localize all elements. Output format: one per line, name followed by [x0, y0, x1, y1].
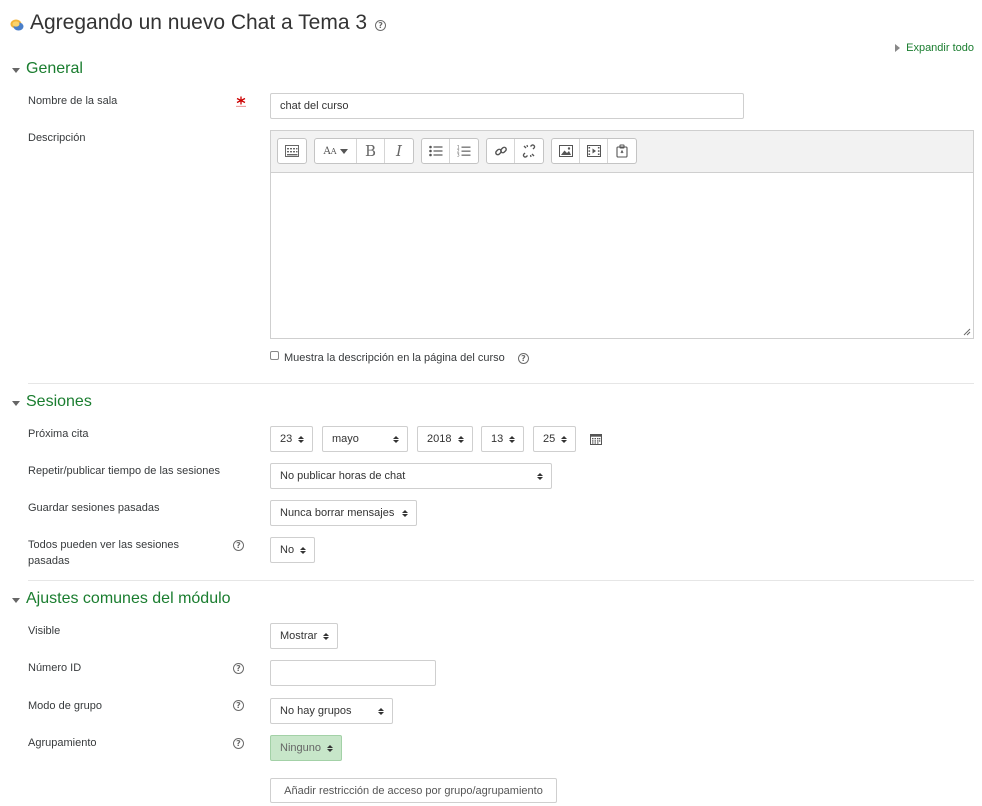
- group-mode-select[interactable]: No hay grupos: [270, 698, 393, 724]
- italic-icon[interactable]: I: [385, 139, 413, 163]
- collapse-arrow-icon: [12, 400, 20, 406]
- keep-sessions-label: Guardar sesiones pasadas: [28, 502, 160, 514]
- select-caret-icon: [458, 435, 464, 443]
- description-textarea[interactable]: [271, 172, 973, 338]
- select-caret-icon: [327, 744, 333, 752]
- select-caret-icon: [509, 435, 516, 443]
- section-divider: [28, 383, 974, 384]
- section-general-title: General: [26, 60, 83, 77]
- font-style-icon[interactable]: AA: [315, 139, 357, 163]
- section-general-header[interactable]: General: [12, 60, 83, 78]
- day-select[interactable]: 23: [270, 426, 313, 452]
- room-name-label: Nombre de la sala: [28, 95, 118, 107]
- next-chat-label: Próxima cita: [28, 428, 89, 440]
- manage-files-icon[interactable]: [608, 139, 636, 163]
- everyone-view-label-line2: pasadas: [28, 555, 70, 567]
- day-value: 23: [280, 433, 293, 445]
- grouping-select[interactable]: Ninguno: [270, 735, 342, 761]
- grouping-label: Agrupamiento: [28, 737, 97, 749]
- question-circle-icon[interactable]: ?: [233, 700, 244, 711]
- unordered-list-icon[interactable]: [422, 139, 450, 163]
- select-caret-icon: [561, 435, 568, 443]
- id-number-label: Número ID: [28, 662, 82, 674]
- select-caret-icon: [393, 435, 399, 443]
- add-group-restriction-button[interactable]: Añadir restricción de acceso por grupo/a…: [270, 778, 557, 803]
- everyone-view-label-line1: Todos pueden ver las sesiones: [28, 539, 180, 551]
- question-circle-icon[interactable]: ?: [518, 353, 529, 364]
- question-circle-icon[interactable]: ?: [233, 738, 244, 749]
- grouping-value: Ninguno: [280, 742, 321, 754]
- show-description-checkbox[interactable]: [270, 351, 279, 360]
- description-editor: AA B I 123: [270, 130, 974, 339]
- expand-arrow-icon: [895, 44, 901, 52]
- hour-value: 13: [491, 433, 504, 445]
- minute-select[interactable]: 25: [533, 426, 576, 452]
- section-sessions-header[interactable]: Sesiones: [12, 393, 92, 411]
- year-value: 2018: [427, 433, 452, 445]
- group-mode-label: Modo de grupo: [28, 700, 102, 712]
- media-icon[interactable]: [580, 139, 608, 163]
- select-caret-icon: [402, 509, 408, 517]
- required-icon: [236, 96, 246, 107]
- section-common-header[interactable]: Ajustes comunes del módulo: [12, 590, 231, 608]
- year-select[interactable]: 2018: [417, 426, 473, 452]
- expand-all-label: Expandir todo: [906, 42, 974, 54]
- hour-select[interactable]: 13: [481, 426, 524, 452]
- svg-text:3: 3: [457, 152, 460, 157]
- repeat-label: Repetir/publicar tiempo de las sesiones: [28, 465, 220, 477]
- description-label: Descripción: [28, 132, 86, 144]
- show-description-label: Muestra la descripción en la página del …: [284, 352, 505, 364]
- month-value: mayo: [332, 433, 359, 445]
- question-circle-icon[interactable]: ?: [233, 663, 244, 674]
- keep-sessions-select[interactable]: Nunca borrar mensajes: [270, 500, 417, 526]
- page-title: Agregando un nuevo Chat a Tema 3: [30, 11, 368, 34]
- select-caret-icon: [298, 435, 305, 443]
- repeat-select[interactable]: No publicar horas de chat: [270, 463, 552, 489]
- section-common-title: Ajustes comunes del módulo: [26, 590, 231, 607]
- bold-icon[interactable]: B: [357, 139, 385, 163]
- editor-toolbar: AA B I 123: [277, 138, 644, 164]
- keep-sessions-value: Nunca borrar mensajes: [280, 507, 395, 519]
- collapse-arrow-icon: [12, 597, 20, 603]
- toolbar-toggle-icon[interactable]: [278, 139, 306, 163]
- repeat-value: No publicar horas de chat: [280, 470, 406, 482]
- expand-all-link[interactable]: Expandir todo: [895, 42, 974, 54]
- select-caret-icon: [323, 632, 330, 640]
- image-icon[interactable]: [552, 139, 580, 163]
- room-name-input[interactable]: chat del curso: [270, 93, 744, 119]
- everyone-view-select[interactable]: No: [270, 537, 315, 563]
- visible-label: Visible: [28, 625, 61, 637]
- calendar-icon[interactable]: [590, 433, 602, 445]
- chat-module-icon: [10, 19, 24, 31]
- room-name-value: chat del curso: [280, 100, 349, 112]
- link-icon[interactable]: [487, 139, 515, 163]
- minute-value: 25: [543, 433, 556, 445]
- visible-value: Mostrar: [280, 630, 318, 642]
- unlink-icon[interactable]: [515, 139, 543, 163]
- month-select[interactable]: mayo: [322, 426, 408, 452]
- everyone-view-value: No: [280, 544, 295, 556]
- id-number-input[interactable]: [270, 660, 436, 686]
- question-circle-icon[interactable]: ?: [233, 540, 244, 551]
- page-header: Agregando un nuevo Chat a Tema 3 ?: [10, 8, 387, 38]
- everyone-view-label: Todos pueden ver las sesiones pasadas: [28, 537, 179, 569]
- select-caret-icon: [537, 472, 543, 480]
- collapse-arrow-icon: [12, 67, 20, 73]
- ordered-list-icon[interactable]: 123: [450, 139, 478, 163]
- select-caret-icon: [378, 707, 384, 715]
- section-divider: [28, 580, 974, 581]
- question-circle-icon[interactable]: ?: [375, 19, 387, 31]
- section-sessions-title: Sesiones: [26, 393, 92, 410]
- group-mode-value: No hay grupos: [280, 705, 352, 717]
- visible-select[interactable]: Mostrar: [270, 623, 338, 649]
- select-caret-icon: [300, 546, 307, 554]
- resize-handle-icon[interactable]: [963, 328, 971, 336]
